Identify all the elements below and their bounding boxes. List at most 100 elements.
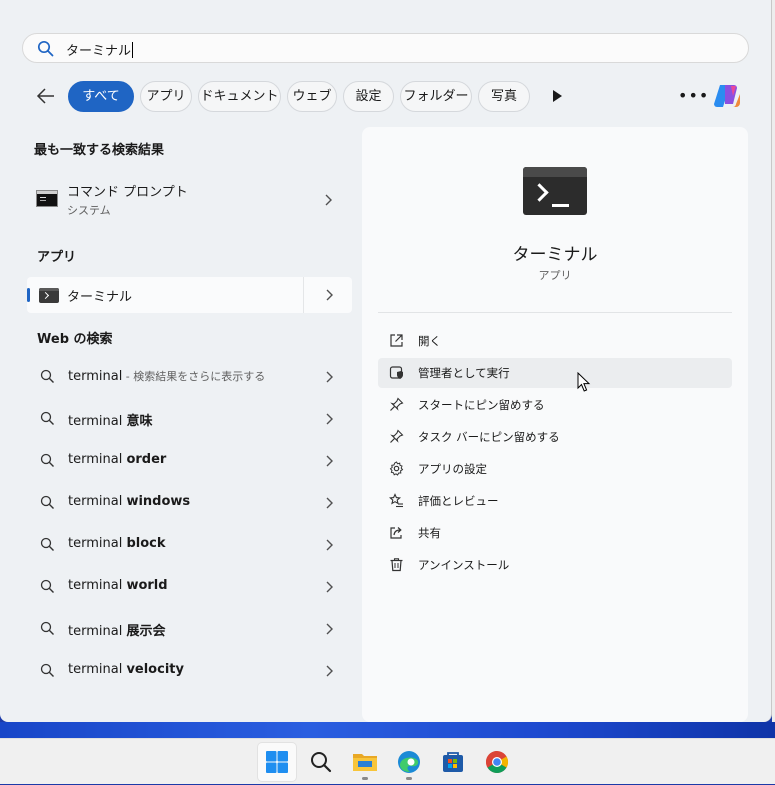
filter-documents[interactable]: ドキュメント bbox=[198, 81, 281, 112]
shield-admin-icon bbox=[389, 366, 403, 379]
search-icon bbox=[40, 411, 54, 425]
web-suggestion-8[interactable]: terminal velocity bbox=[27, 651, 352, 691]
copilot-icon[interactable] bbox=[711, 80, 743, 112]
web-suggestion-5[interactable]: terminal block bbox=[27, 525, 352, 565]
search-icon bbox=[40, 537, 54, 551]
web-suggestion-text: terminal - 検索結果をさらに表示する bbox=[68, 369, 266, 384]
action-pin-to-taskbar[interactable]: タスク バーにピン留めする bbox=[378, 422, 732, 452]
web-suggestion-3[interactable]: terminal order bbox=[27, 441, 352, 481]
web-suggestion-4[interactable]: terminal windows bbox=[27, 483, 352, 523]
taskbar-file-explorer[interactable] bbox=[346, 743, 384, 781]
action-label: アプリの設定 bbox=[418, 462, 487, 476]
pin-icon bbox=[390, 429, 404, 443]
web-suggestion-text: terminal windows bbox=[68, 494, 191, 509]
open-external-icon bbox=[390, 334, 403, 347]
command-prompt-icon bbox=[36, 190, 58, 207]
search-icon bbox=[40, 495, 54, 509]
filter-apps[interactable]: アプリ bbox=[140, 81, 192, 112]
web-suggestion-6[interactable]: terminal world bbox=[27, 567, 352, 607]
chevron-right-icon[interactable] bbox=[325, 665, 333, 677]
chevron-right-icon[interactable] bbox=[324, 194, 332, 206]
detail-subtitle: アプリ bbox=[538, 269, 572, 282]
running-indicator bbox=[362, 777, 368, 780]
app-item-terminal[interactable]: ターミナル bbox=[27, 277, 352, 313]
filter-settings[interactable]: 設定 bbox=[343, 81, 394, 112]
action-app-settings[interactable]: アプリの設定 bbox=[378, 454, 732, 484]
store-icon bbox=[443, 752, 463, 772]
detail-title: ターミナル bbox=[512, 245, 598, 265]
taskbar-store[interactable] bbox=[434, 743, 472, 781]
taskbar-edge[interactable] bbox=[390, 743, 428, 781]
edge-icon bbox=[398, 751, 420, 773]
play-more-filters-icon[interactable] bbox=[549, 88, 565, 104]
best-match-heading: 最も一致する検索結果 bbox=[34, 143, 165, 158]
app-detail-pane: ターミナル アプリ 開く 管理者として実行 スタートにピン留めする タスク バー… bbox=[362, 127, 748, 722]
row-divider bbox=[303, 277, 304, 313]
taskbar-search-button[interactable] bbox=[302, 743, 340, 781]
chevron-right-icon[interactable] bbox=[325, 371, 333, 383]
selection-indicator bbox=[27, 288, 30, 302]
action-rate-and-review[interactable]: 評価とレビュー bbox=[378, 486, 732, 516]
web-suggestion-7[interactable]: terminal 展示会 bbox=[27, 609, 352, 649]
share-icon bbox=[390, 527, 402, 539]
action-label: 開く bbox=[418, 334, 441, 348]
search-icon bbox=[37, 40, 54, 57]
chevron-right-icon[interactable] bbox=[325, 413, 333, 425]
web-suggestion-text: terminal block bbox=[68, 536, 166, 551]
chevron-right-icon[interactable] bbox=[325, 289, 333, 301]
app-item-label: ターミナル bbox=[67, 290, 133, 305]
web-suggestion-text: terminal velocity bbox=[68, 662, 184, 677]
chevron-right-icon[interactable] bbox=[325, 497, 333, 509]
running-indicator bbox=[406, 777, 412, 780]
chrome-icon bbox=[486, 751, 508, 773]
windows-logo-icon bbox=[266, 751, 288, 773]
web-suggestion-text: terminal order bbox=[68, 452, 167, 467]
chevron-right-icon[interactable] bbox=[325, 455, 333, 467]
filter-photos[interactable]: 写真 bbox=[478, 81, 530, 112]
best-match-item[interactable]: コマンド プロンプト システム bbox=[27, 175, 352, 225]
action-label: スタートにピン留めする bbox=[418, 398, 545, 412]
web-suggestion-1[interactable]: terminal - 検索結果をさらに表示する bbox=[27, 357, 352, 397]
web-suggestion-2[interactable]: terminal 意味 bbox=[27, 399, 352, 439]
apps-heading: アプリ bbox=[37, 250, 77, 265]
action-open[interactable]: 開く bbox=[378, 326, 732, 356]
action-share[interactable]: 共有 bbox=[378, 518, 732, 548]
taskbar-chrome[interactable] bbox=[478, 743, 516, 781]
search-icon bbox=[40, 621, 54, 635]
search-icon bbox=[40, 579, 54, 593]
trash-icon bbox=[390, 558, 403, 572]
more-options-icon[interactable]: ••• bbox=[678, 86, 709, 105]
search-icon bbox=[40, 369, 54, 383]
web-search-heading: Web の検索 bbox=[37, 332, 113, 347]
folder-icon bbox=[353, 754, 377, 771]
filter-folders[interactable]: フォルダー bbox=[400, 81, 472, 112]
start-search-panel: ターミナル すべて アプリ ドキュメント ウェブ 設定 フォルダー 写真 •••… bbox=[0, 0, 772, 722]
chevron-right-icon[interactable] bbox=[325, 623, 333, 635]
taskbar bbox=[0, 738, 775, 784]
mouse-cursor-icon bbox=[577, 372, 591, 392]
action-label: タスク バーにピン留めする bbox=[418, 430, 560, 444]
action-label: 共有 bbox=[418, 526, 441, 540]
text-caret bbox=[132, 42, 134, 58]
action-run-as-admin[interactable]: 管理者として実行 bbox=[378, 358, 732, 388]
action-uninstall[interactable]: アンインストール bbox=[378, 550, 732, 580]
filter-all[interactable]: すべて bbox=[68, 81, 134, 112]
chevron-right-icon[interactable] bbox=[325, 581, 333, 593]
pin-icon bbox=[390, 397, 404, 411]
web-suggestion-text: terminal world bbox=[68, 578, 168, 593]
taskbar-start-button[interactable] bbox=[258, 743, 296, 781]
web-suggestion-text: terminal 展示会 bbox=[68, 624, 166, 639]
back-arrow-icon[interactable] bbox=[35, 85, 57, 107]
star-list-icon bbox=[389, 493, 403, 508]
desktop-wallpaper-strip bbox=[0, 722, 775, 738]
gear-icon bbox=[389, 461, 404, 476]
web-suggestion-text: terminal 意味 bbox=[68, 414, 153, 429]
action-label: 管理者として実行 bbox=[418, 366, 510, 380]
filter-web[interactable]: ウェブ bbox=[287, 81, 337, 112]
best-match-subtitle: システム bbox=[67, 204, 111, 217]
action-pin-to-start[interactable]: スタートにピン留めする bbox=[378, 390, 732, 420]
search-icon bbox=[40, 453, 54, 467]
search-input[interactable]: ターミナル bbox=[22, 33, 749, 63]
chevron-right-icon[interactable] bbox=[325, 539, 333, 551]
search-query: ターミナル bbox=[66, 42, 134, 59]
